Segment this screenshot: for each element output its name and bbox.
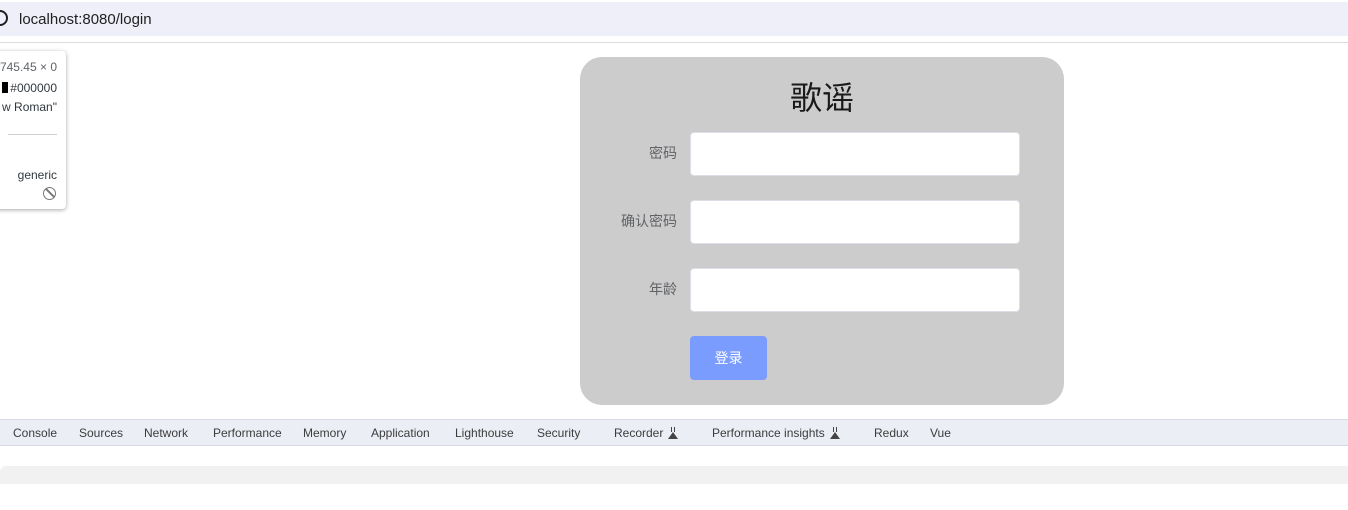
tab-performance-insights-label: Performance insights <box>712 426 825 440</box>
password-row: 密码 <box>580 132 1064 176</box>
inspect-tooltip: 745.45 × 0 #000000 w Roman" generic <box>0 51 66 209</box>
tab-vue[interactable]: Vue <box>930 426 951 440</box>
age-label: 年龄 <box>649 282 677 298</box>
tab-sources-label: Sources <box>79 426 124 440</box>
tab-performance-label: Performance <box>213 426 282 440</box>
confirm-password-input[interactable] <box>690 200 1020 244</box>
tab-console-label: Console <box>13 426 58 440</box>
tab-redux[interactable]: Redux <box>874 426 909 440</box>
tab-lighthouse-label: Lighthouse <box>455 426 514 440</box>
url-text[interactable]: localhost:8080/login <box>19 11 152 28</box>
age-row: 年龄 <box>580 268 1064 312</box>
tab-memory-label: Memory <box>303 426 347 440</box>
age-input[interactable] <box>690 268 1020 312</box>
login-card: 歌谣 密码 确认密码 年龄 登录 <box>580 57 1064 405</box>
tab-redux-label: Redux <box>874 426 909 440</box>
password-label: 密码 <box>649 146 677 162</box>
tooltip-font: w Roman" <box>2 100 57 114</box>
tooltip-dimensions: 745.45 × 0 <box>0 60 57 74</box>
tooltip-color: #000000 <box>2 81 57 95</box>
tab-security-label: Security <box>537 426 581 440</box>
tab-console[interactable]: Console <box>13 426 57 440</box>
tab-recorder-label: Recorder <box>614 426 664 440</box>
tab-vue-label: Vue <box>930 426 951 440</box>
tooltip-role: generic <box>17 168 57 182</box>
tab-network-label: Network <box>144 426 189 440</box>
flask-icon <box>668 427 679 439</box>
card-title: 歌谣 <box>789 79 854 117</box>
login-button[interactable]: 登录 <box>690 336 767 380</box>
password-input[interactable] <box>690 132 1020 176</box>
tab-lighthouse[interactable]: Lighthouse <box>455 426 514 440</box>
tooltip-color-value: #000000 <box>10 81 57 95</box>
address-bar: localhost:8080/login <box>0 2 1348 36</box>
console-input-bar[interactable] <box>0 466 1348 484</box>
tab-security[interactable]: Security <box>537 426 580 440</box>
site-info-icon[interactable] <box>0 9 10 29</box>
devtools-tab-bar: Console Sources Network Performance Memo… <box>0 419 1348 446</box>
tab-sources[interactable]: Sources <box>79 426 123 440</box>
flask-icon <box>829 427 840 439</box>
tab-performance[interactable]: Performance <box>213 426 282 440</box>
tooltip-divider <box>8 134 57 135</box>
tab-application-label: Application <box>371 426 430 440</box>
tab-performance-insights[interactable]: Performance insights <box>712 426 840 440</box>
tab-memory[interactable]: Memory <box>303 426 346 440</box>
tab-network[interactable]: Network <box>144 426 188 440</box>
tab-application[interactable]: Application <box>371 426 430 440</box>
tab-recorder[interactable]: Recorder <box>614 426 679 440</box>
confirm-password-label: 确认密码 <box>621 214 677 230</box>
color-swatch-icon <box>2 82 9 93</box>
toolbar-divider <box>0 42 1348 43</box>
confirm-password-row: 确认密码 <box>580 200 1064 244</box>
not-allowed-icon <box>43 187 56 200</box>
